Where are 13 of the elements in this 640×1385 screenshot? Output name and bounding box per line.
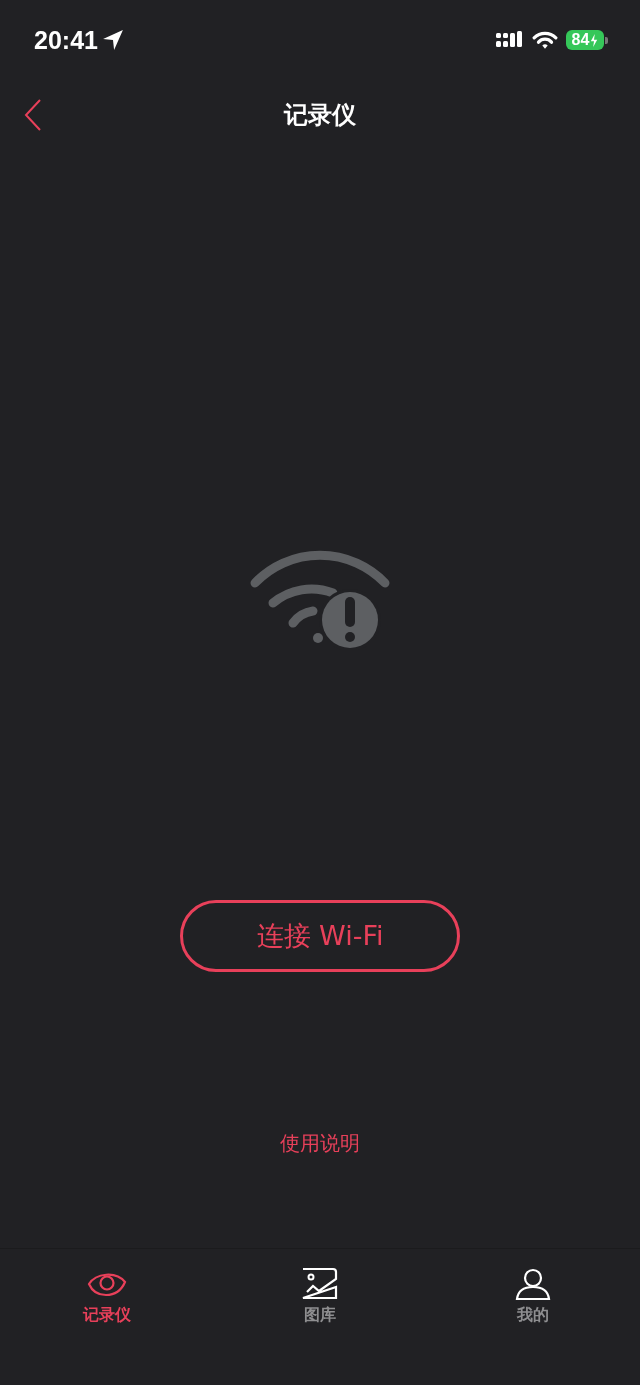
connect-wifi-button[interactable]: 连接 Wi-Fi — [180, 900, 460, 972]
battery-icon: 84 — [566, 30, 604, 50]
page-title: 记录仪 — [284, 100, 356, 131]
location-arrow-icon — [101, 29, 124, 51]
wifi-warning-icon — [250, 550, 390, 650]
wifi-icon — [532, 30, 558, 50]
tab-item[interactable]: 记录仪 — [46, 1265, 167, 1326]
back-button[interactable] — [22, 98, 44, 132]
tab-item[interactable]: 我的 — [473, 1265, 594, 1326]
help-link[interactable]: 使用说明 — [280, 1130, 360, 1157]
tab-item[interactable]: 图库 — [260, 1265, 380, 1326]
status-time: 20:41 — [34, 25, 98, 55]
signal-icon — [496, 31, 524, 49]
